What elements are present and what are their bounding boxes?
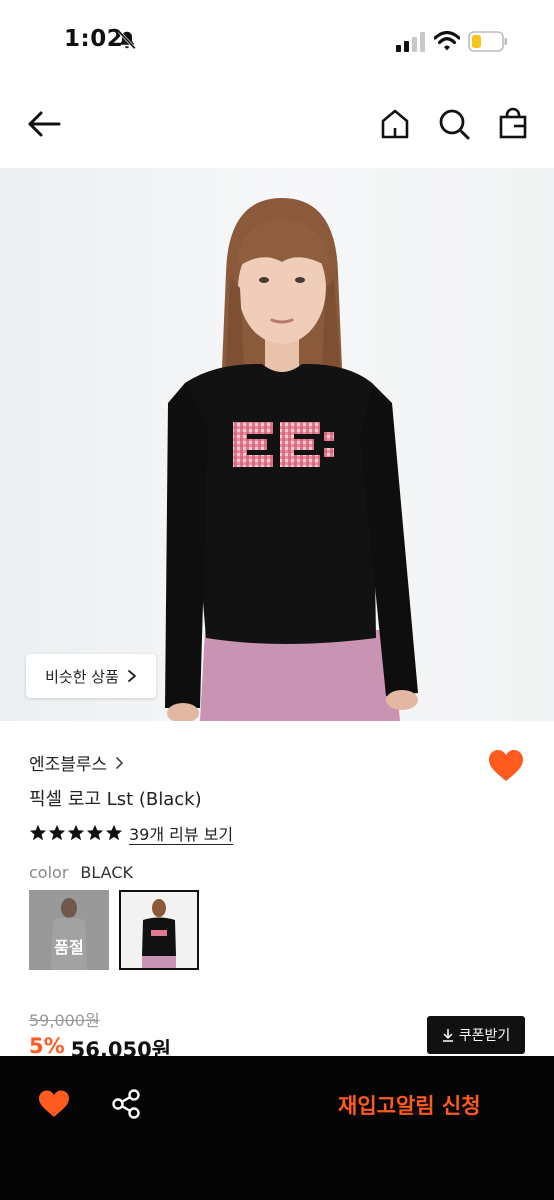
color-swatches: 품절 (29, 890, 199, 970)
product-photo (0, 168, 554, 721)
cart-icon[interactable] (495, 106, 531, 142)
battery-icon (468, 31, 507, 52)
bottom-action-bar: 재입고알림 신청 (0, 1056, 554, 1200)
star-icon (29, 824, 47, 841)
color-row: color BLACK (29, 863, 133, 882)
rating-row: 39개 리뷰 보기 (29, 821, 233, 845)
coupon-button[interactable]: 쿠폰받기 (427, 1016, 525, 1054)
star-icon (105, 824, 123, 841)
status-bar: 1:02 (0, 0, 554, 80)
signal-icon (396, 32, 425, 52)
bell-slash-icon (118, 30, 136, 50)
review-link[interactable]: 39개 리뷰 보기 (129, 821, 233, 845)
similar-products-button[interactable]: 비슷한 상품 (26, 654, 156, 698)
color-swatch-sold-out[interactable]: 품절 (29, 890, 109, 970)
wifi-icon (434, 30, 460, 51)
color-swatch-black[interactable] (119, 890, 199, 970)
back-arrow-icon[interactable] (26, 106, 62, 142)
swatch-image-black (121, 892, 197, 968)
coupon-label: 쿠폰받기 (458, 1028, 511, 1044)
share-icon[interactable] (110, 1088, 142, 1120)
chevron-right-icon (127, 670, 136, 682)
top-nav (0, 96, 554, 156)
similar-products-label: 비슷한 상품 (45, 667, 119, 686)
home-icon[interactable] (377, 106, 413, 142)
brand-name: 엔조블루스 (29, 755, 108, 775)
sold-out-label: 품절 (29, 890, 109, 970)
star-icon (48, 824, 66, 841)
chevron-right-icon (116, 756, 124, 769)
restock-alert-button[interactable]: 재입고알림 신청 (338, 1090, 481, 1120)
download-icon (442, 1029, 453, 1042)
color-label: color (29, 863, 69, 882)
rating-stars (29, 824, 123, 842)
heart-icon[interactable] (487, 748, 525, 784)
heart-icon[interactable] (38, 1089, 70, 1119)
brand-link[interactable]: 엔조블루스 (29, 750, 124, 775)
star-icon (67, 824, 85, 841)
search-icon[interactable] (436, 106, 472, 142)
product-image[interactable]: 비슷한 상품 (0, 168, 554, 721)
color-value: BLACK (80, 863, 133, 882)
product-name: 픽셀 로고 Lst (Black) (29, 789, 202, 810)
original-price: 59,000원 (29, 1011, 100, 1030)
star-icon (86, 824, 104, 841)
status-time: 1:02 (64, 26, 124, 52)
